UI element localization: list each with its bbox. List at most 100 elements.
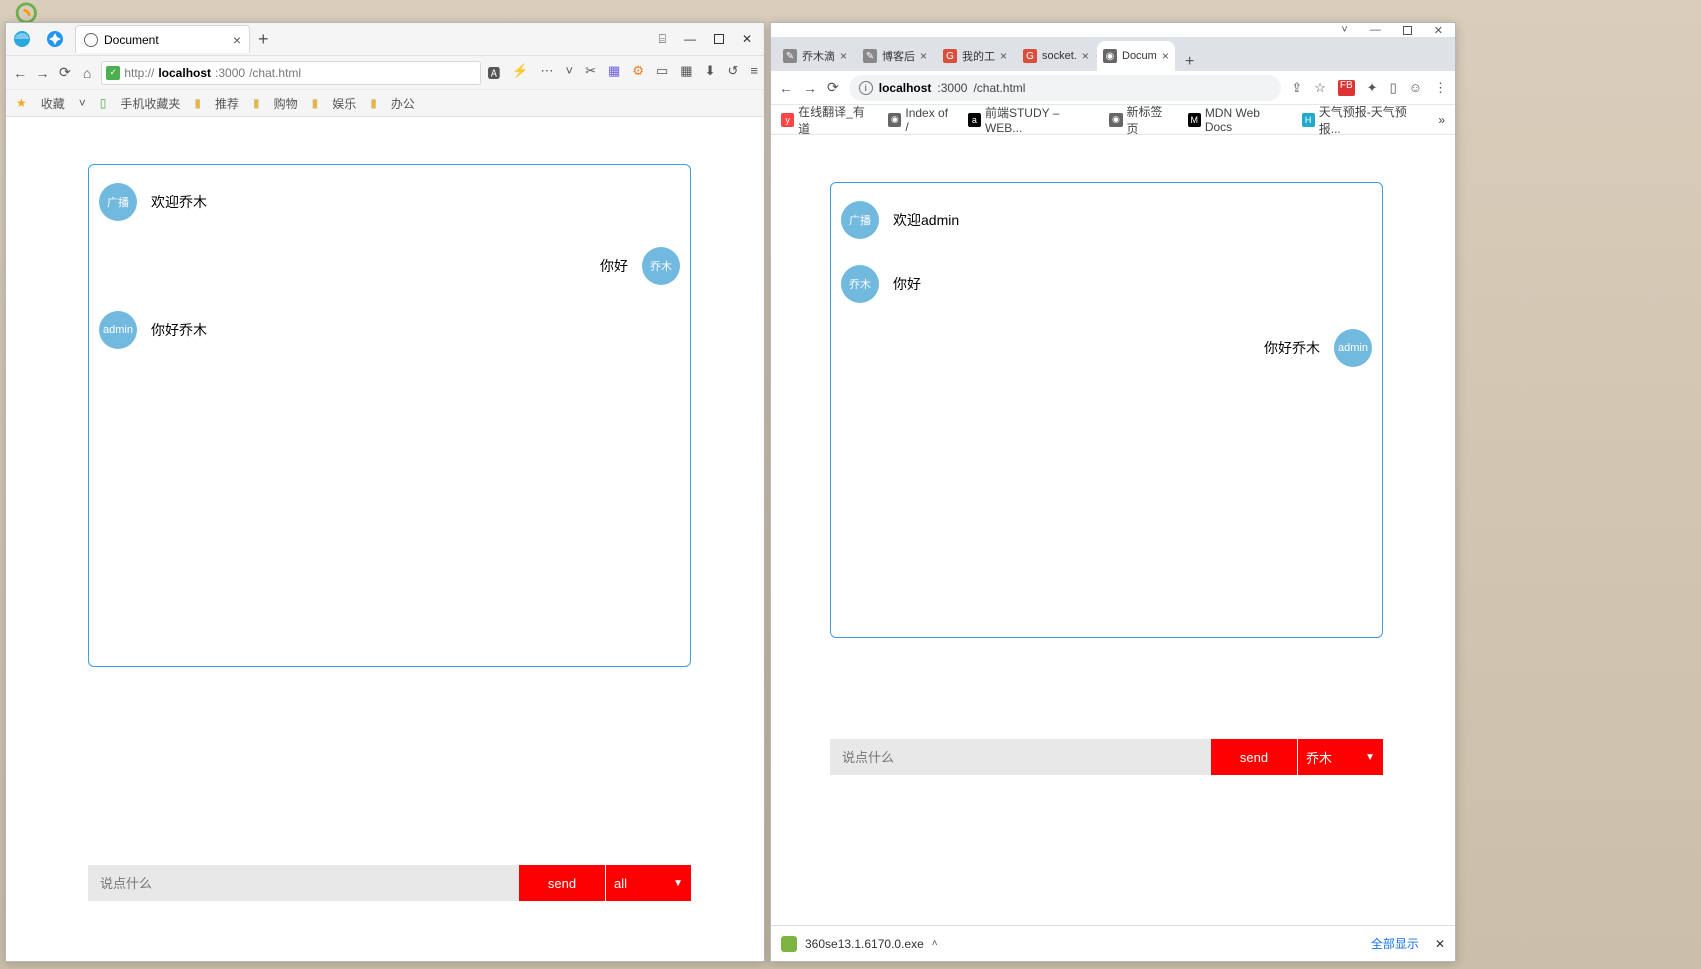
- tab-close[interactable]: ×: [1000, 49, 1007, 63]
- tab-close[interactable]: ×: [1162, 49, 1169, 63]
- reload-button[interactable]: ⟳: [57, 64, 73, 81]
- right-bookmarks-bar: y在线翻译_有道 ◉Index of / a前端STUDY – WEB... ◉新标签…: [771, 105, 1455, 135]
- bm-3[interactable]: 娱乐: [332, 95, 356, 112]
- maximize-button[interactable]: [1403, 26, 1412, 35]
- left-send-button[interactable]: send: [519, 865, 605, 901]
- close-download-bar[interactable]: ✕: [1435, 937, 1445, 951]
- reload-button[interactable]: ⟳: [827, 79, 839, 96]
- chevron-down-icon: ▼: [673, 878, 683, 889]
- profile-icon[interactable]: ☺: [1409, 80, 1422, 96]
- url-host: localhost: [158, 66, 211, 80]
- url-path: /chat.html: [249, 66, 301, 80]
- home-button[interactable]: ⌂: [79, 65, 95, 81]
- url-proto: http://: [124, 66, 154, 80]
- show-all-downloads[interactable]: 全部显示: [1371, 935, 1419, 952]
- ext3-icon[interactable]: ▭: [656, 63, 668, 82]
- download-icon[interactable]: ⬇: [705, 63, 716, 82]
- left-newtab-button[interactable]: +: [258, 29, 269, 50]
- dropdown-icon[interactable]: ˅: [566, 63, 574, 82]
- browser-tab[interactable]: G我的工×: [937, 41, 1015, 71]
- bm-mobile[interactable]: 手机收藏夹: [120, 95, 180, 112]
- grid-icon[interactable]: ▦: [680, 63, 692, 82]
- bookmark-item[interactable]: ◉Index of /: [888, 106, 952, 134]
- fav-star-icon[interactable]: ★: [16, 96, 27, 110]
- mobile-fav-icon[interactable]: ▯: [100, 96, 107, 110]
- bookmark-item[interactable]: H天气预报-天气预报...: [1302, 103, 1423, 137]
- newtab-button[interactable]: +: [1177, 53, 1202, 71]
- download-item[interactable]: 360se13.1.6170.0.exe ˄: [781, 936, 938, 952]
- undo-icon[interactable]: ↺: [728, 63, 739, 82]
- message-text: 你好: [600, 256, 628, 276]
- back-button[interactable]: ←: [779, 80, 793, 96]
- compass-icon[interactable]: [46, 30, 64, 48]
- tab-close[interactable]: ×: [1082, 49, 1089, 63]
- ext2-icon[interactable]: ⚙: [632, 63, 644, 82]
- scissors-icon[interactable]: ✂: [585, 63, 596, 82]
- left-chat-input-bar: send all ▼: [88, 865, 691, 901]
- avatar: 广播: [99, 183, 137, 221]
- bookmarks-sep: ˅: [79, 96, 86, 110]
- bm-1[interactable]: 推荐: [215, 95, 239, 112]
- right-chat-page: 广播欢迎admin 乔木你好 admin你好乔木 send 乔木 ▼: [771, 135, 1455, 925]
- browser-tab[interactable]: ✎博客后×: [857, 41, 935, 71]
- ext-fb-icon[interactable]: FB: [1338, 80, 1355, 96]
- right-send-button[interactable]: send: [1211, 739, 1297, 775]
- bookmark-item[interactable]: a前端STUDY – WEB...: [968, 104, 1094, 135]
- close-window-button[interactable]: ✕: [1434, 24, 1443, 37]
- left-chat-input[interactable]: [88, 865, 519, 901]
- extensions-icon[interactable]: ✦: [1367, 80, 1378, 96]
- right-chat-input[interactable]: [830, 739, 1211, 775]
- info-icon[interactable]: i: [859, 81, 873, 95]
- left-brand-area: [6, 30, 71, 48]
- maximize-button[interactable]: [714, 34, 724, 44]
- menu-icon[interactable]: ⋮: [1434, 80, 1447, 96]
- menu-icon[interactable]: ≡: [750, 63, 758, 82]
- chat-message: 广播欢迎admin: [841, 201, 1372, 239]
- left-window-controls: ⌸ — ✕: [659, 32, 764, 47]
- tab-close[interactable]: ×: [920, 49, 927, 63]
- star-icon[interactable]: ☆: [1314, 80, 1326, 96]
- bm-4[interactable]: 办公: [391, 95, 415, 112]
- tab-close[interactable]: ×: [840, 49, 847, 63]
- flash-icon[interactable]: ⚡: [512, 63, 528, 82]
- sidepanel-icon[interactable]: ▯: [1390, 80, 1397, 96]
- fav-label[interactable]: 收藏: [41, 95, 65, 112]
- left-url-input[interactable]: ✓ http://localhost:3000/chat.html: [101, 61, 481, 85]
- close-window-button[interactable]: ✕: [742, 32, 752, 46]
- more-icon[interactable]: ⋯: [541, 63, 554, 82]
- share-icon[interactable]: ⇪: [1291, 80, 1302, 96]
- bookmark-favicon-icon: a: [968, 113, 981, 127]
- bookmark-item[interactable]: y在线翻译_有道: [781, 103, 872, 137]
- minimize-button[interactable]: —: [684, 32, 696, 46]
- gift-icon[interactable]: ⌸: [659, 32, 666, 47]
- bm-2[interactable]: 购物: [274, 95, 298, 112]
- browser-tab[interactable]: ◉Docum×: [1097, 41, 1175, 71]
- forward-button[interactable]: →: [34, 65, 50, 81]
- chat-message: 乔木你好: [841, 265, 1372, 303]
- browser-tab[interactable]: Gsocket.×: [1017, 41, 1095, 71]
- left-tab-close[interactable]: ×: [233, 32, 241, 48]
- left-target-select[interactable]: all ▼: [605, 865, 691, 901]
- chevron-down-icon[interactable]: ˅: [1341, 24, 1347, 36]
- ext1-icon[interactable]: ▦: [608, 63, 620, 82]
- browser-tab[interactable]: ✎乔木滴×: [777, 41, 855, 71]
- right-select-label: 乔木: [1306, 748, 1332, 767]
- bookmark-item[interactable]: MMDN Web Docs: [1188, 106, 1286, 134]
- bookmarks-overflow[interactable]: »: [1438, 113, 1445, 127]
- chevron-up-icon[interactable]: ˄: [932, 938, 938, 949]
- translate-icon[interactable]: 🅰: [487, 63, 500, 82]
- right-target-select[interactable]: 乔木 ▼: [1297, 739, 1383, 775]
- minimize-button[interactable]: —: [1370, 24, 1381, 36]
- desktop-360-icon: [15, 2, 45, 24]
- chat-message: admin你好乔木: [841, 329, 1372, 367]
- bookmark-label: 在线翻译_有道: [798, 103, 872, 137]
- url-port: :3000: [937, 81, 967, 95]
- bookmark-item[interactable]: ◉新标签页: [1109, 103, 1171, 137]
- window-360browser: Document × + ⌸ — ✕ ← → ⟳ ⌂ ✓ http://loca…: [5, 22, 765, 962]
- ie-icon[interactable]: [13, 30, 31, 48]
- left-tab[interactable]: Document ×: [75, 25, 250, 53]
- right-chat-input-bar: send 乔木 ▼: [830, 739, 1383, 775]
- right-url-input[interactable]: i localhost:3000/chat.html: [849, 75, 1282, 101]
- forward-button[interactable]: →: [803, 80, 817, 96]
- back-button[interactable]: ←: [12, 65, 28, 81]
